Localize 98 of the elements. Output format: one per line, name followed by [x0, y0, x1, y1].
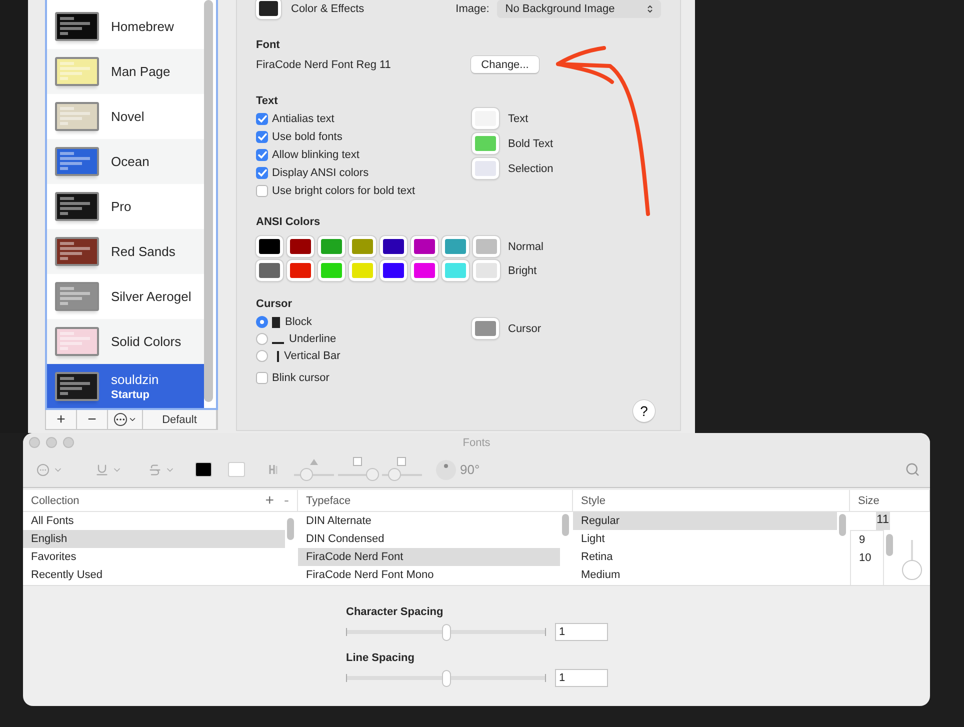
checkbox-label: Use bright colors for bold text [272, 185, 416, 197]
search-icon[interactable] [905, 462, 920, 477]
list-item[interactable]: Regular [573, 512, 837, 530]
shadow-slider[interactable] [338, 458, 378, 480]
column-title: Style [581, 494, 606, 506]
list-item[interactable]: Retina [573, 548, 837, 566]
list-item[interactable]: DIN Condensed [298, 530, 560, 548]
section-heading: Text [256, 95, 279, 107]
column-title: Typeface [306, 494, 351, 506]
strikethrough-icon [148, 462, 162, 476]
close-button[interactable] [29, 437, 40, 448]
scrollbar[interactable] [204, 0, 213, 402]
square-icon [353, 456, 362, 466]
profile-item[interactable]: Solid Colors [47, 319, 204, 364]
underline-icon [95, 462, 109, 476]
color-label: Selection [508, 162, 554, 174]
checkbox[interactable] [256, 113, 268, 125]
default-button[interactable]: Default [143, 410, 217, 429]
triangle-icon [310, 458, 318, 464]
block-cursor-icon [272, 316, 280, 328]
text-shadow-icon [269, 464, 278, 475]
spacing-label: Line Spacing [346, 652, 416, 664]
section-heading: ANSI Colors [256, 216, 322, 228]
background-image-select[interactable]: No Background Image [497, 0, 661, 18]
color-label: Bright [508, 264, 537, 276]
color-well[interactable] [228, 462, 245, 477]
checkbox-label: Use bold fonts [272, 131, 342, 143]
list-item[interactable]: 9 [851, 531, 883, 549]
checkbox[interactable] [256, 167, 268, 179]
strikethrough-button[interactable] [148, 462, 175, 476]
remove-profile-button[interactable]: − [77, 410, 108, 429]
list-item[interactable]: FiraCode Nerd Font Mono [298, 566, 560, 584]
list-item[interactable]: Favorites [23, 548, 285, 566]
square-icon [397, 456, 406, 466]
checkbox[interactable] [256, 149, 268, 161]
profile-item[interactable]: Man Page [47, 49, 204, 94]
spacing-field[interactable]: 1 [555, 623, 608, 641]
color-well[interactable] [195, 462, 212, 477]
ellipsis-icon [114, 413, 126, 426]
list-item[interactable]: FiraCode Nerd Font [298, 548, 560, 566]
section-heading: Cursor [256, 298, 294, 310]
checkbox[interactable] [256, 372, 268, 384]
scrollbar[interactable] [839, 514, 846, 536]
checkbox-label: Display ANSI colors [272, 167, 369, 179]
radio-label: Underline [289, 333, 336, 345]
image-label: Image: [456, 2, 490, 14]
list-item[interactable]: English [23, 530, 285, 548]
zoom-button[interactable] [63, 437, 74, 448]
column-title: Collection [31, 494, 80, 506]
list-item[interactable]: DIN Alternate [298, 512, 560, 530]
radio-label: Block [285, 316, 312, 328]
scrollbar[interactable] [562, 514, 569, 536]
minimize-button[interactable] [46, 437, 57, 448]
profile-item[interactable]: souldzin Startup [47, 364, 204, 408]
change-font-button[interactable]: Change... [471, 56, 539, 73]
chevron-down-icon [128, 415, 136, 424]
list-item[interactable]: Medium [573, 566, 837, 584]
radio-button[interactable] [256, 350, 268, 362]
font-name: FiraCode Nerd Font Reg 11 [256, 58, 392, 70]
angle-knob[interactable] [436, 460, 456, 480]
profile-item[interactable]: Red Sands [47, 229, 204, 274]
section-heading: Font [256, 39, 281, 51]
list-item[interactable]: All Fonts [23, 512, 285, 530]
add-collection-button[interactable]: + [265, 492, 274, 509]
updown-chevron-icon [647, 4, 653, 14]
list-item[interactable]: Recently Used [23, 566, 285, 584]
list-item[interactable]: 10 [851, 549, 883, 567]
column-title: Size [858, 494, 880, 506]
scrollbar[interactable] [287, 518, 294, 540]
radio-button[interactable] [256, 333, 268, 345]
size-field[interactable]: 11 [850, 512, 930, 530]
checkbox-label: Allow blinking text [272, 149, 360, 161]
color-label: Normal [508, 240, 544, 252]
bar-cursor-icon [277, 350, 279, 362]
underline-cursor-icon [272, 342, 284, 344]
radio-button[interactable] [256, 316, 268, 328]
color-label: Cursor [508, 322, 542, 334]
add-profile-button[interactable]: + [46, 410, 77, 429]
scrollbar[interactable] [886, 534, 893, 556]
checkbox[interactable] [256, 131, 268, 143]
spacing-field[interactable]: 1 [555, 669, 608, 687]
shadow-slider[interactable] [294, 458, 334, 480]
color-effects-label: Color & Effects [291, 2, 366, 14]
ellipsis-icon [37, 464, 49, 476]
color-label: Text [508, 112, 528, 124]
angle-value: 90° [460, 462, 480, 477]
checkbox-label: Antialias text [272, 113, 334, 125]
underline-button[interactable] [95, 462, 122, 476]
color-label: Bold Text [508, 138, 554, 150]
profile-item[interactable]: Ocean [47, 139, 204, 184]
window-title: Fonts [462, 436, 490, 448]
checkbox-label: Blink cursor [272, 372, 330, 384]
checkbox[interactable] [256, 185, 268, 197]
help-button[interactable]: ? [633, 400, 655, 422]
shadow-slider[interactable] [382, 458, 422, 480]
radio-label: Vertical Bar [284, 350, 340, 362]
spacing-label: Character Spacing [346, 606, 444, 618]
list-item[interactable]: Light [573, 530, 837, 548]
